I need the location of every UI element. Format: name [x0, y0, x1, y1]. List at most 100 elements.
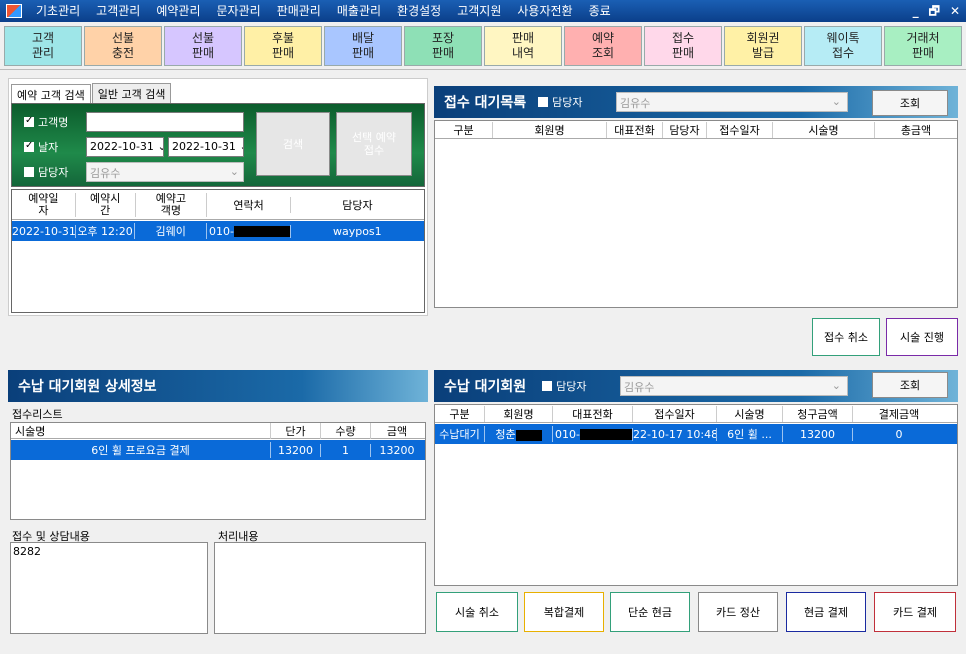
- date-label: 날자: [38, 141, 59, 154]
- col-unit-price[interactable]: 단가: [271, 422, 321, 439]
- split-payment-button[interactable]: 복합결제: [524, 592, 604, 632]
- menu-exit[interactable]: 종료: [581, 0, 619, 22]
- payment-staff-check: 담당자: [542, 378, 587, 394]
- col-type[interactable]: 구분: [435, 405, 485, 422]
- table-row[interactable]: 2022-10-31 오후 12:20 김웨이 010- waypos1: [12, 221, 424, 241]
- detail-title: 수납 대기회원 상세정보: [18, 379, 157, 395]
- col-phone[interactable]: 대표전화: [607, 121, 663, 138]
- toolbar-btn-sales-history[interactable]: 판매 내역: [484, 26, 562, 66]
- toolbar-btn-vendor-sale[interactable]: 거래처 판매: [884, 26, 962, 66]
- menu-basic[interactable]: 기초관리: [28, 0, 88, 22]
- menu-support[interactable]: 고객지원: [449, 0, 509, 22]
- date-from-picker[interactable]: 2022-10-31 ⌄: [86, 137, 164, 157]
- toolbar-btn-takeout-sale[interactable]: 포장 판매: [404, 26, 482, 66]
- menu-sales[interactable]: 판매관리: [269, 0, 329, 22]
- cancel-service-button[interactable]: 시술 취소: [436, 592, 518, 632]
- search-button[interactable]: 검색: [256, 112, 330, 176]
- toolbar-btn-delivery-sale[interactable]: 배달 판매: [324, 26, 402, 66]
- col-phone[interactable]: 연락처: [207, 196, 291, 213]
- payment-staff-select[interactable]: 김유수 ⌄: [620, 376, 848, 396]
- start-service-button[interactable]: 시술 진행: [886, 318, 958, 356]
- name-label: 고객명: [38, 116, 69, 129]
- col-staff[interactable]: 담당자: [291, 197, 424, 213]
- card-settlement-button[interactable]: 카드 정산: [698, 592, 778, 632]
- search-tabs: 예약 고객 검색 일반 고객 검색: [11, 83, 172, 105]
- toolbar-btn-customer[interactable]: 고객 관리: [4, 26, 82, 66]
- cancel-reception-button[interactable]: 접수 취소: [812, 318, 880, 356]
- staff-checkbox[interactable]: [24, 167, 34, 177]
- payment-table: 구분 회원명 대표전화 접수일자 시술명 청구금액 결제금액 수납대기 청춘 0…: [434, 404, 958, 586]
- toolbar-label: 접수: [831, 46, 855, 60]
- col-service[interactable]: 시술명: [717, 405, 783, 422]
- queue-query-button[interactable]: 조회: [872, 90, 948, 116]
- date-check-group: 날자: [24, 139, 58, 155]
- detail-header: 수납 대기회원 상세정보: [8, 370, 428, 402]
- consult-textarea[interactable]: 8282: [10, 542, 208, 634]
- col-type[interactable]: 구분: [435, 121, 493, 138]
- menu-sms[interactable]: 문자관리: [209, 0, 269, 22]
- toolbar-btn-reservation-view[interactable]: 예약 조회: [564, 26, 642, 66]
- menu-switch-user[interactable]: 사용자전환: [509, 0, 580, 22]
- toolbar-label: 판매: [191, 46, 215, 60]
- toolbar-btn-prepaid-sale[interactable]: 선불 판매: [164, 26, 242, 66]
- process-textarea[interactable]: [214, 542, 426, 634]
- table-row[interactable]: 수납대기 청춘 010- 22-10-17 10:48 6인 휠 ... 132…: [435, 424, 957, 444]
- cell-paid: 0: [895, 427, 903, 441]
- redacted-block: [234, 226, 290, 237]
- toolbar-label: 발급: [751, 46, 775, 60]
- cell-amount: 13200: [379, 443, 415, 457]
- col-qty[interactable]: 수량: [321, 422, 371, 439]
- col-total[interactable]: 총금액: [875, 122, 957, 138]
- menu-settings[interactable]: 환경설정: [389, 0, 449, 22]
- cell-time: 오후 12:20: [76, 223, 136, 239]
- select-reservation-button[interactable]: 선택 예약 접수: [336, 112, 412, 176]
- redacted-block: [579, 429, 632, 440]
- toolbar-label: 충전: [111, 46, 135, 60]
- payment-staff-checkbox[interactable]: [542, 381, 553, 391]
- staff-select[interactable]: 김유수 ⌄: [86, 162, 244, 182]
- card-payment-button[interactable]: 카드 결제: [874, 592, 956, 632]
- col-reserve-time[interactable]: 예약시간: [76, 192, 136, 217]
- menu-customer[interactable]: 고객관리: [88, 0, 148, 22]
- toolbar-btn-waytalk-reception[interactable]: 웨이톡 접수: [804, 26, 882, 66]
- toolbar-btn-reception-sale[interactable]: 접수 판매: [644, 26, 722, 66]
- minimize-icon[interactable]: _: [913, 0, 919, 22]
- menu-reservation[interactable]: 예약관리: [148, 0, 208, 22]
- staff-label: 담당자: [38, 166, 69, 179]
- col-paid[interactable]: 결제금액: [853, 406, 945, 422]
- toolbar-label: 판매: [511, 31, 535, 45]
- col-staff[interactable]: 담당자: [663, 121, 707, 138]
- col-member[interactable]: 회원명: [485, 405, 553, 422]
- col-billed[interactable]: 청구금액: [783, 405, 853, 422]
- table-row[interactable]: 6인 휠 프로요금 결제 13200 1 13200: [11, 440, 425, 460]
- menu-revenue[interactable]: 매출관리: [329, 0, 389, 22]
- toolbar-btn-postpaid-sale[interactable]: 후불 판매: [244, 26, 322, 66]
- col-phone[interactable]: 대표전화: [553, 405, 633, 422]
- close-icon[interactable]: ✕: [950, 0, 960, 22]
- tab-general-search[interactable]: 일반 고객 검색: [91, 83, 172, 104]
- col-reserve-date[interactable]: 예약일자: [12, 192, 76, 217]
- cash-payment-button[interactable]: 현금 결제: [786, 592, 866, 632]
- col-amount[interactable]: 금액: [371, 423, 423, 439]
- cell-phone: 010-: [553, 427, 633, 441]
- name-checkbox[interactable]: [24, 115, 34, 127]
- col-date[interactable]: 접수일자: [707, 121, 773, 138]
- queue-staff-select[interactable]: 김유수 ⌄: [616, 92, 848, 112]
- tab-reservation-search[interactable]: 예약 고객 검색: [11, 84, 91, 105]
- col-date[interactable]: 접수일자: [633, 405, 717, 422]
- toolbar-label: 예약: [591, 31, 615, 45]
- date-to-picker[interactable]: 2022-10-31 ⌄: [168, 137, 244, 157]
- simple-cash-button[interactable]: 단순 현금: [610, 592, 690, 632]
- queue-staff-checkbox[interactable]: [538, 97, 549, 107]
- restore-icon[interactable]: 🗗: [929, 0, 940, 22]
- col-service[interactable]: 시술명: [11, 422, 271, 439]
- cell-service: 6인 휠 ...: [717, 426, 783, 442]
- toolbar-btn-prepaid-charge[interactable]: 선불 충전: [84, 26, 162, 66]
- col-reserve-name[interactable]: 예약고객명: [136, 192, 208, 217]
- date-checkbox[interactable]: [24, 140, 34, 152]
- payment-query-button[interactable]: 조회: [872, 372, 948, 398]
- col-member[interactable]: 회원명: [493, 121, 607, 138]
- toolbar-btn-membership-issue[interactable]: 회원권 발급: [724, 26, 802, 66]
- name-input[interactable]: [86, 112, 244, 132]
- col-service[interactable]: 시술명: [773, 121, 875, 138]
